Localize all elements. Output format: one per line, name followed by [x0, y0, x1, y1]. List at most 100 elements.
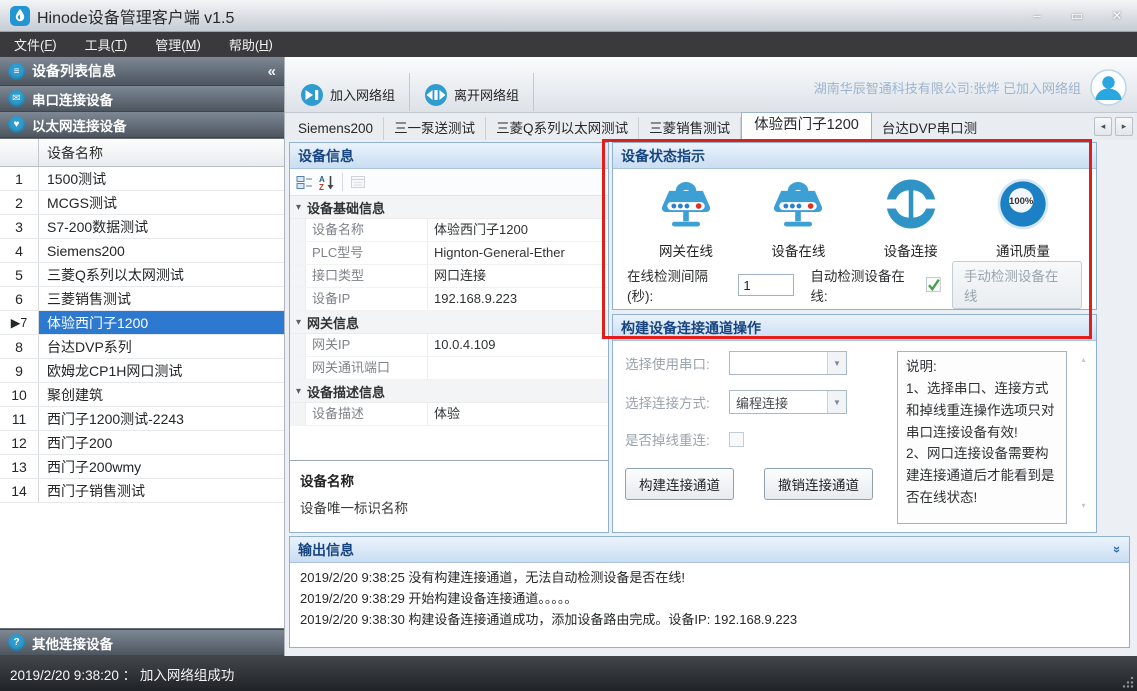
- reconnect-checkbox[interactable]: [729, 432, 744, 447]
- device-row-number: 12: [0, 431, 39, 454]
- connect-mode-select[interactable]: 编程连接 ▼: [729, 390, 847, 414]
- sidebar-item-other-devices[interactable]: ? 其他连接设备: [0, 629, 284, 656]
- sidebar-collapse-button[interactable]: «: [268, 63, 276, 80]
- sidebar-item-ethernet-devices[interactable]: ♥ 以太网连接设备: [0, 112, 284, 138]
- property-value[interactable]: 192.168.9.223: [428, 288, 608, 310]
- scroll-down-icon[interactable]: ▾: [1081, 501, 1085, 510]
- tab-体验西门子1200[interactable]: 体验西门子1200: [741, 112, 872, 140]
- device-row-number: 8: [0, 335, 39, 358]
- output-collapse-icon[interactable]: »: [1110, 546, 1125, 553]
- property-category-row[interactable]: ▾设备基础信息: [290, 196, 608, 219]
- tab-scroll-right-icon[interactable]: ▸: [1115, 117, 1133, 136]
- collapse-chevron-icon: ▾: [290, 317, 307, 328]
- property-pages-icon[interactable]: [350, 174, 367, 191]
- leave-network-button[interactable]: 离开网络组: [413, 78, 530, 111]
- tab-三一泵送测试[interactable]: 三一泵送测试: [384, 117, 486, 140]
- serial-port-select[interactable]: ▼: [729, 351, 847, 375]
- device-row[interactable]: 14西门子销售测试: [0, 479, 284, 503]
- property-help-area: 设备名称 设备唯一标识名称: [290, 460, 608, 532]
- property-key: 设备名称: [306, 219, 428, 241]
- user-network-status: 湖南华辰智通科技有限公司:张烨 已加入网络组: [814, 78, 1081, 97]
- svg-text:100%: 100%: [1009, 196, 1034, 207]
- interval-input[interactable]: [738, 274, 794, 296]
- join-network-button[interactable]: 加入网络组: [289, 78, 406, 111]
- resize-grip[interactable]: [1121, 675, 1134, 688]
- build-channel-button[interactable]: 构建连接通道: [625, 468, 734, 500]
- auto-detect-label: 自动检测设备在线:: [810, 265, 920, 305]
- property-row: 接口类型网口连接: [290, 265, 608, 288]
- chevron-down-icon: ▼: [827, 352, 846, 374]
- interval-label: 在线检测间隔(秒):: [627, 265, 732, 305]
- property-value[interactable]: Hignton-General-Ether: [428, 242, 608, 264]
- categorized-icon[interactable]: [296, 174, 313, 191]
- status-indicator-label: 通讯质量: [996, 240, 1050, 260]
- minimize-button[interactable]: –: [1017, 0, 1057, 31]
- status-indicator: 100% 通讯质量: [968, 175, 1078, 260]
- sidebar-title: 设备列表信息: [32, 61, 116, 81]
- property-value[interactable]: 体验: [428, 403, 608, 425]
- scroll-up-icon[interactable]: ▴: [1081, 355, 1085, 364]
- property-value[interactable]: 网口连接: [428, 265, 608, 287]
- device-row[interactable]: 2MCGS测试: [0, 191, 284, 215]
- output-panel-header: 输出信息 »: [290, 537, 1129, 563]
- device-row[interactable]: 11500测试: [0, 167, 284, 191]
- device-row-name: 台达DVP系列: [39, 335, 284, 358]
- note-scrollbar: ▴ ▾: [1077, 351, 1090, 524]
- menu-bar: 文件(F)工具(T)管理(M)帮助(H): [0, 32, 1137, 57]
- menu-item-h[interactable]: 帮助(H): [215, 32, 287, 57]
- device-row[interactable]: 12西门子200: [0, 431, 284, 455]
- property-row-gutter: [290, 288, 306, 310]
- menu-item-m[interactable]: 管理(M): [141, 32, 215, 57]
- device-row[interactable]: 6三菱销售测试: [0, 287, 284, 311]
- device-row[interactable]: 8台达DVP系列: [0, 335, 284, 359]
- device-row[interactable]: 5三菱Q系列以太网测试: [0, 263, 284, 287]
- property-value[interactable]: 10.0.4.109: [428, 334, 608, 356]
- status-indicator-label: 设备在线: [771, 240, 825, 260]
- tab-三菱Q系列以太网测试[interactable]: 三菱Q系列以太网测试: [486, 117, 639, 140]
- device-status-panel-header: 设备状态指示: [613, 143, 1096, 169]
- revoke-channel-button[interactable]: 撤销连接通道: [764, 468, 873, 500]
- device-info-panel-header: 设备信息: [290, 143, 608, 169]
- user-avatar-icon[interactable]: [1090, 69, 1127, 106]
- maximize-button[interactable]: ▭: [1057, 0, 1097, 31]
- manual-detect-button[interactable]: 手动检测设备在线: [952, 261, 1082, 309]
- az-sort-icon[interactable]: A Z: [318, 174, 335, 191]
- output-log: 2019/2/20 9:38:25 没有构建连接通道，无法自动检测设备是否在线!…: [290, 563, 1129, 647]
- property-value[interactable]: [428, 357, 608, 379]
- device-row[interactable]: 4Siemens200: [0, 239, 284, 263]
- status-indicators: 网关在线设备在线设备连接100%通讯质量: [627, 174, 1082, 261]
- tab-三菱销售测试[interactable]: 三菱销售测试: [639, 117, 741, 140]
- device-row-name: 西门子1200测试-2243: [39, 407, 284, 430]
- property-category-row[interactable]: ▾设备描述信息: [290, 380, 608, 403]
- connect-mode-value: 编程连接: [730, 391, 827, 413]
- serial-devices-icon: ✉: [8, 90, 25, 107]
- work-area: 设备信息 A Z: [285, 140, 1137, 656]
- property-row: 设备IP192.168.9.223: [290, 288, 608, 311]
- property-row: PLC型号Hignton-General-Ether: [290, 242, 608, 265]
- status-indicator: 网关在线: [631, 175, 741, 260]
- device-row-number: ▶7: [0, 311, 39, 334]
- comm-quality-donut-icon: 100%: [994, 175, 1052, 238]
- sidebar-item-serial-devices[interactable]: ✉ 串口连接设备: [0, 86, 284, 112]
- menu-item-f[interactable]: 文件(F): [0, 32, 71, 57]
- device-row-number: 10: [0, 383, 39, 406]
- channel-build-panel-header: 构建设备连接通道操作: [613, 315, 1096, 341]
- menu-item-t[interactable]: 工具(T): [71, 32, 142, 57]
- property-value[interactable]: 体验西门子1200: [428, 219, 608, 241]
- tab-scroll-left-icon[interactable]: ◂: [1094, 117, 1112, 136]
- device-row[interactable]: 13西门子200wmy: [0, 455, 284, 479]
- device-row[interactable]: 9欧姆龙CP1H网口测试: [0, 359, 284, 383]
- property-category-row[interactable]: ▾网关信息: [290, 311, 608, 334]
- device-row[interactable]: 11西门子1200测试-2243: [0, 407, 284, 431]
- serial-port-label: 选择使用串口:: [625, 353, 729, 373]
- leave-network-label: 离开网络组: [454, 85, 519, 104]
- tab-Siemens200[interactable]: Siemens200: [288, 117, 384, 140]
- tab-台达DVP串口测[interactable]: 台达DVP串口测: [872, 117, 987, 140]
- device-row[interactable]: 3S7-200数据测试: [0, 215, 284, 239]
- device-row-number: 3: [0, 215, 39, 238]
- close-button[interactable]: ✕: [1097, 0, 1137, 31]
- auto-detect-checkbox[interactable]: [926, 277, 942, 293]
- device-row[interactable]: ▶7体验西门子1200: [0, 311, 284, 335]
- device-row-name: 西门子200: [39, 431, 284, 454]
- device-row[interactable]: 10聚创建筑: [0, 383, 284, 407]
